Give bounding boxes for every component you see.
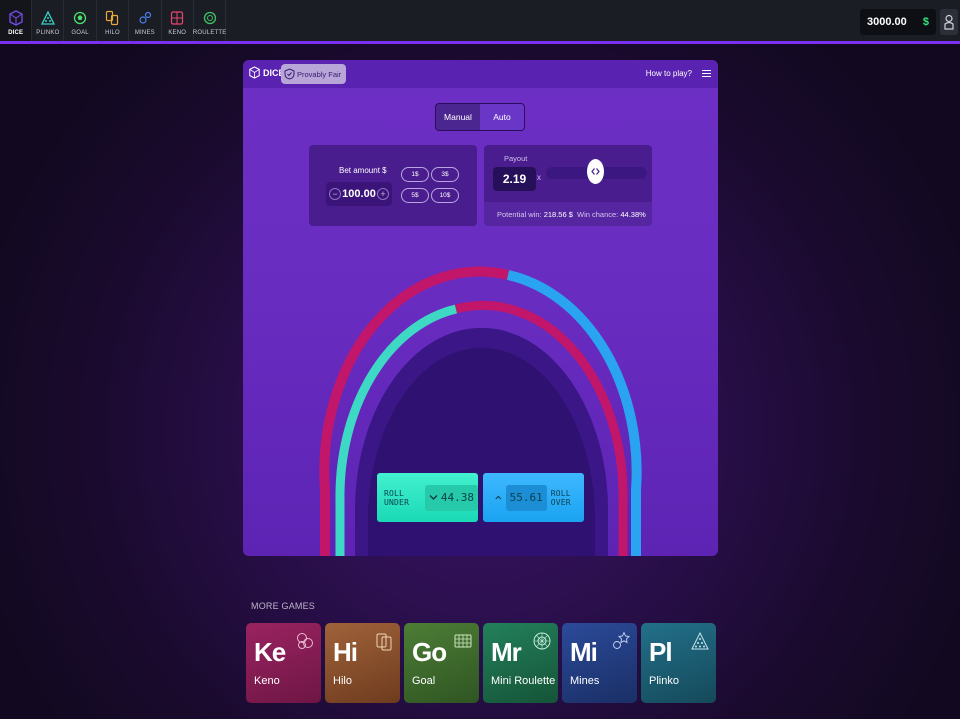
nav-label: HILO — [105, 30, 120, 36]
balance-amount: 3000.00 — [867, 16, 907, 28]
nav-label: MINES — [134, 30, 155, 36]
roll-under-value: 44.38 — [440, 491, 474, 504]
mines-icon — [139, 11, 151, 24]
tile-name: Goal — [412, 675, 436, 687]
more-games-title: MORE GAMES — [251, 601, 316, 611]
top-bar: DICE PLINKO GOAL HILO MINES KENO ROULETT… — [0, 0, 960, 44]
chevron-up-icon — [495, 495, 502, 500]
roll-under-value-box: 44.38 — [424, 484, 478, 511]
tile-abbr: Mr — [491, 637, 522, 667]
game-tile-plinko[interactable]: Pl Plinko — [641, 623, 716, 703]
tile-abbr: Hi — [333, 637, 358, 667]
tile-name: Plinko — [649, 675, 679, 687]
roll-over-label: ROLL OVER — [550, 488, 571, 507]
chevron-down-icon — [429, 494, 438, 501]
tile-abbr: Go — [412, 637, 447, 667]
dice-game-card: DICE Provably Fair How to play? Manual A… — [243, 60, 718, 556]
keno-balls-icon — [297, 633, 313, 649]
nav-item-keno[interactable]: KENO — [162, 0, 194, 41]
plinko-pyramid-icon — [691, 631, 709, 650]
game-nav: DICE PLINKO GOAL HILO MINES KENO ROULETT… — [0, 0, 227, 41]
tile-abbr: Mi — [570, 637, 598, 667]
game-tile-keno[interactable]: Ke Keno — [246, 623, 321, 703]
tile-name: Mines — [570, 675, 600, 687]
hilo-cards-icon — [376, 633, 392, 651]
game-tile-mini-roulette[interactable]: Mr Mini Roulette — [483, 623, 558, 703]
tile-abbr: Ke — [254, 637, 286, 667]
hilo-icon — [106, 10, 119, 26]
game-tile-goal[interactable]: Go Goal — [404, 623, 479, 703]
goal-icon — [73, 11, 87, 25]
tile-name: Hilo — [333, 675, 352, 687]
nav-label: DICE — [8, 30, 24, 36]
balance-display: 3000.00 $ — [860, 9, 936, 35]
roll-over-value: 55.61 — [505, 484, 547, 511]
nav-label: KENO — [168, 30, 187, 36]
roll-over-button[interactable]: 55.61 ROLL OVER — [483, 473, 584, 522]
goal-grid-icon — [454, 634, 472, 648]
dice-icon — [9, 10, 23, 26]
nav-item-plinko[interactable]: PLINKO — [32, 0, 65, 41]
dice-arc-gauge — [319, 266, 642, 556]
roulette-icon — [203, 11, 216, 25]
mines-stars-icon — [613, 631, 630, 649]
plinko-icon — [40, 10, 55, 25]
nav-item-dice[interactable]: DICE — [0, 0, 33, 41]
tile-abbr: Pl — [649, 637, 673, 667]
roulette-wheel-icon — [533, 632, 551, 650]
game-tile-hilo[interactable]: Hi Hilo — [325, 623, 400, 703]
tile-name: Keno — [254, 675, 280, 687]
user-icon — [944, 14, 954, 30]
keno-icon — [171, 11, 184, 25]
game-tile-mines[interactable]: Mi Mines — [562, 623, 637, 703]
roll-under-button[interactable]: ROLL UNDER 44.38 — [377, 473, 478, 522]
user-button[interactable] — [940, 9, 958, 35]
nav-item-mines[interactable]: MINES — [129, 0, 162, 41]
nav-label: ROULETTE — [192, 30, 227, 36]
nav-item-hilo[interactable]: HILO — [97, 0, 130, 41]
roll-under-label: ROLL UNDER — [384, 488, 410, 507]
tile-name: Mini Roulette — [491, 675, 556, 687]
nav-item-roulette[interactable]: ROULETTE — [192, 0, 227, 41]
balance-currency: $ — [922, 16, 929, 28]
nav-item-goal[interactable]: GOAL — [64, 0, 97, 41]
nav-label: GOAL — [71, 30, 89, 36]
nav-label: PLINKO — [36, 30, 60, 36]
